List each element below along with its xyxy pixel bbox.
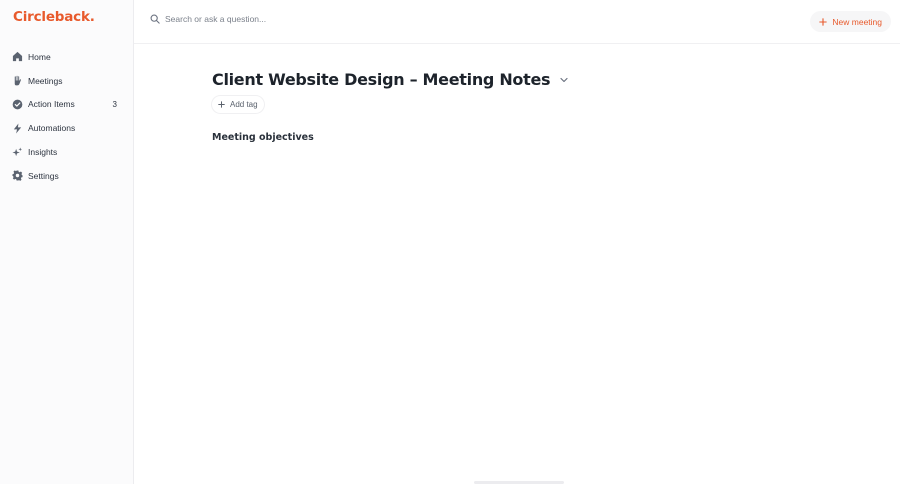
sidebar-item-meetings[interactable]: Meetings bbox=[0, 69, 133, 93]
action-items-count-badge: 3 bbox=[112, 99, 117, 109]
sparkle-icon bbox=[12, 147, 23, 158]
app-logo[interactable]: Circleback. bbox=[13, 9, 95, 25]
sidebar-item-label: Action Items bbox=[28, 99, 75, 110]
search-input[interactable] bbox=[165, 14, 365, 24]
sidebar-item-insights[interactable]: Insights bbox=[0, 140, 133, 164]
sidebar-item-label: Automations bbox=[28, 123, 76, 134]
plus-icon bbox=[819, 17, 828, 26]
home-icon bbox=[12, 51, 23, 62]
sidebar-item-action-items[interactable]: Action Items 3 bbox=[0, 93, 133, 117]
meetings-icon bbox=[12, 75, 23, 86]
sidebar-item-label: Home bbox=[28, 51, 51, 62]
add-tag-button[interactable]: Add tag bbox=[212, 96, 264, 113]
sidebar-nav: Home Meetings Action Items 3 Automations bbox=[0, 45, 133, 188]
sidebar-item-label: Meetings bbox=[28, 75, 63, 86]
search-bar bbox=[150, 14, 365, 24]
sidebar-item-automations[interactable]: Automations bbox=[0, 116, 133, 140]
main-content: Client Website Design – Meeting Notes Ad… bbox=[212, 70, 569, 143]
page-title[interactable]: Client Website Design – Meeting Notes bbox=[212, 70, 551, 89]
sidebar-item-home[interactable]: Home bbox=[0, 45, 133, 69]
section-heading: Meeting objectives bbox=[212, 132, 314, 143]
check-circle-icon bbox=[12, 99, 23, 110]
sidebar-item-label: Insights bbox=[28, 147, 58, 158]
chevron-down-icon[interactable] bbox=[559, 75, 569, 85]
new-meeting-label: New meeting bbox=[832, 16, 882, 27]
new-meeting-button[interactable]: New meeting bbox=[810, 11, 891, 32]
lightning-icon bbox=[12, 123, 23, 134]
sidebar-item-settings[interactable]: Settings bbox=[0, 164, 133, 188]
sidebar-item-label: Settings bbox=[28, 170, 59, 181]
title-row: Client Website Design – Meeting Notes bbox=[212, 70, 569, 89]
sidebar: Circleback. Home Meetings Action Items 3 bbox=[0, 0, 134, 484]
add-tag-label: Add tag bbox=[230, 100, 258, 109]
plus-icon bbox=[218, 101, 225, 108]
search-icon bbox=[150, 14, 160, 24]
top-bar: New meeting bbox=[134, 0, 900, 44]
gear-icon bbox=[12, 170, 23, 182]
